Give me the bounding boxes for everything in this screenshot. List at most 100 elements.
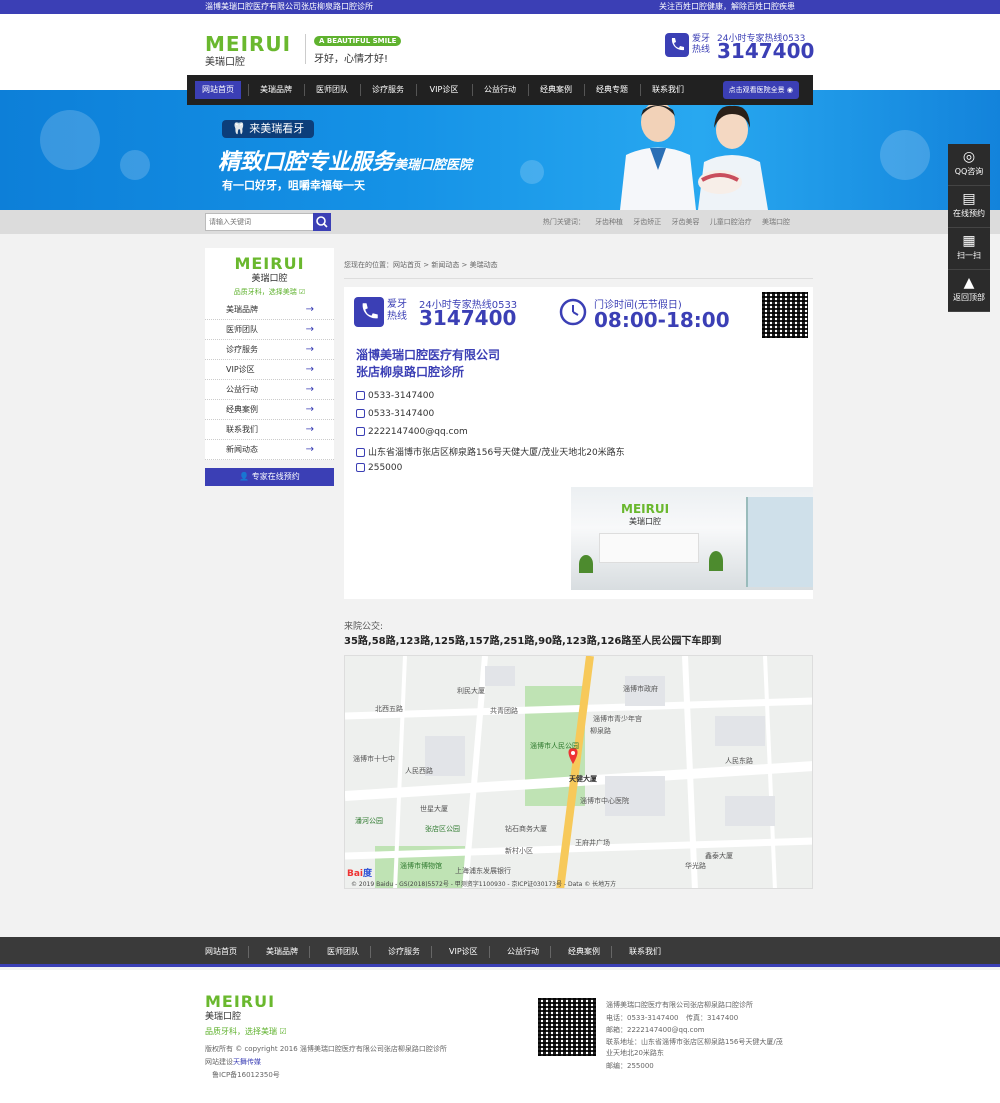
- map-copyright: © 2019 Baidu - GS(2018)5572号 - 甲测资字11009…: [351, 881, 617, 888]
- nav-separator: [489, 946, 490, 958]
- arrow-right-icon: →: [305, 324, 314, 335]
- map-place: 淄博市十七中: [353, 755, 395, 763]
- phone-small-icon: [356, 391, 365, 400]
- nav-separator: [304, 84, 305, 96]
- fax-icon: [356, 409, 365, 418]
- footer: MEIRUI 美瑞口腔 品质牙科，选择美瑞 ☑ 版权所有 © copyright…: [0, 970, 1000, 1103]
- banner-title: 精致口腔专业服务美瑞口腔医院: [218, 150, 473, 175]
- map-place: 共青团路: [490, 707, 518, 715]
- map-place: 柳泉路: [590, 727, 611, 735]
- online-booking-button[interactable]: 👤 专家在线预约: [205, 468, 334, 486]
- sidebar-item-contact[interactable]: 联系我们 →: [205, 420, 334, 440]
- nav-brand[interactable]: 美瑞品牌: [253, 81, 299, 99]
- footer-nav-charity[interactable]: 公益行动: [507, 937, 539, 967]
- footer-logo: MEIRUI 美瑞口腔 品质牙科，选择美瑞 ☑: [205, 992, 287, 1036]
- sidebar-item-services[interactable]: 诊疗服务 →: [205, 340, 334, 360]
- back-to-top-button[interactable]: ▲ 返回顶部: [948, 270, 990, 312]
- arrow-right-icon: →: [305, 424, 314, 435]
- reception-desk: [599, 533, 699, 563]
- check-icon: ☑: [298, 288, 306, 296]
- nav-separator: [472, 84, 473, 96]
- sidebar-logo: MEIRUI 美瑞口腔 品质牙科，选择美瑞 ☑: [205, 248, 334, 300]
- clock-icon: [558, 297, 588, 327]
- sidebar-item-cases[interactable]: 经典案例 →: [205, 400, 334, 420]
- email-icon: [356, 427, 365, 436]
- float-toolbar: ◎ QQ咨询 ▤ 在线预约 ▦ 扫一扫 ▲ 返回顶部: [948, 144, 990, 312]
- footer-tagline: 品质牙科，选择美瑞 ☑: [205, 1027, 287, 1036]
- sidebar-item-doctors[interactable]: 医师团队 →: [205, 320, 334, 340]
- nav-topics[interactable]: 经典专题: [589, 81, 635, 99]
- sidebar-item-charity[interactable]: 公益行动 →: [205, 380, 334, 400]
- nav-separator: [416, 84, 417, 96]
- search-bar: 热门关键词： 牙齿种植 牙齿矫正 牙齿美容 儿童口腔治疗 美瑞口腔: [0, 210, 1000, 234]
- footer-nav-brand[interactable]: 美瑞品牌: [266, 937, 298, 967]
- qq-consult-button[interactable]: ◎ QQ咨询: [948, 144, 990, 186]
- map-place: 潘河公园: [355, 817, 383, 825]
- footer-nav-contact[interactable]: 联系我们: [629, 937, 661, 967]
- footer-address-1: 联系地址：山东省淄博市张店区柳泉路156号天健大厦/茂: [606, 1038, 783, 1046]
- bus-label: 来院公交:: [344, 622, 384, 632]
- phone-icon: [665, 33, 689, 57]
- qr-code: [762, 292, 808, 338]
- footer-nav-services[interactable]: 诊疗服务: [388, 937, 420, 967]
- main-nav: 网站首页 美瑞品牌 医师团队 诊疗服务 VIP诊区 公益行动 经典案例 经典专题…: [187, 75, 813, 105]
- map-place: 华光路: [685, 862, 706, 870]
- nav-doctors[interactable]: 医师团队: [309, 81, 355, 99]
- panorama-icon: ◉: [786, 86, 793, 94]
- decor-bubble: [880, 130, 930, 180]
- hotline-tag: 爱牙热线: [387, 299, 407, 322]
- map-place: 淄博市人民公园: [530, 742, 579, 750]
- nav-contact[interactable]: 联系我们: [645, 81, 691, 99]
- nav-home[interactable]: 网站首页: [195, 81, 241, 99]
- hot-keyword[interactable]: 牙齿矫正: [633, 218, 661, 226]
- hours-value: 08:00-18:00: [594, 308, 730, 332]
- footer-postcode: 邮编：255000: [606, 1062, 654, 1070]
- phone-line: 0533-3147400: [356, 391, 434, 401]
- map-place: 人民东路: [725, 757, 753, 765]
- scan-button[interactable]: ▦ 扫一扫: [948, 228, 990, 270]
- online-booking-float[interactable]: ▤ 在线预约: [948, 186, 990, 228]
- nav-charity[interactable]: 公益行动: [477, 81, 523, 99]
- hotline-number: 3147400: [717, 39, 815, 63]
- nav-separator: [528, 84, 529, 96]
- hot-keyword[interactable]: 儿童口腔治疗: [710, 218, 752, 226]
- nav-separator: [360, 84, 361, 96]
- top-strip-right: 关注百姓口腔健康，解除百姓口腔疾患: [659, 2, 795, 11]
- hot-keyword[interactable]: 牙齿美容: [672, 218, 700, 226]
- decor-bubble: [520, 160, 544, 184]
- sidebar-item-vip[interactable]: VIP诊区 →: [205, 360, 334, 380]
- hot-keyword[interactable]: 牙齿种植: [595, 218, 623, 226]
- baidu-logo: Bai度: [347, 869, 373, 879]
- sidebar: MEIRUI 美瑞口腔 品质牙科，选择美瑞 ☑ 美瑞品牌 → 医师团队 → 诊疗服务…: [205, 248, 334, 486]
- nav-separator: [611, 946, 612, 958]
- search-input[interactable]: [205, 213, 315, 231]
- nav-vip[interactable]: VIP诊区: [421, 81, 467, 99]
- footer-nav-home[interactable]: 网站首页: [205, 937, 237, 967]
- top-strip: 淄博美瑞口腔医疗有限公司张店柳泉路口腔诊所 关注百姓口腔健康，解除百姓口腔疾患: [0, 0, 1000, 14]
- footer-icp[interactable]: 鲁ICP备16012350号: [212, 1070, 280, 1080]
- footer-nav-doctors[interactable]: 医师团队: [327, 937, 359, 967]
- map-place: 淄博市中心医院: [580, 797, 629, 805]
- footer-nav-cases[interactable]: 经典案例: [568, 937, 600, 967]
- sidebar-item-news[interactable]: 新闻动态 →: [205, 440, 334, 460]
- location-map[interactable]: 淄博市政府 淄博市青少年宫 淄博市人民公园 天健大厦 淄博市中心医院 鑫泰大厦 …: [344, 655, 813, 889]
- contact-card: 爱牙热线 24小时专家热线0533 3147400 门诊时间(无节假日) 08:…: [344, 287, 813, 599]
- hero-banner: 🦷 来美瑞看牙 精致口腔专业服务美瑞口腔医院 有一口好牙，咀嚼幸福每一天: [0, 90, 1000, 210]
- footer-builder: 网站建设天舞传媒: [205, 1058, 261, 1066]
- builder-link[interactable]: 天舞传媒: [233, 1058, 261, 1066]
- hot-keyword[interactable]: 美瑞口腔: [762, 218, 790, 226]
- nav-separator: [550, 946, 551, 958]
- sidebar-item-brand[interactable]: 美瑞品牌 →: [205, 300, 334, 320]
- search-button[interactable]: [313, 213, 331, 231]
- arrow-right-icon: →: [305, 384, 314, 395]
- footer-nav-vip[interactable]: VIP诊区: [449, 937, 478, 967]
- panorama-button[interactable]: 点击观看医院全景 ◉: [722, 81, 799, 99]
- nav-services[interactable]: 诊疗服务: [365, 81, 411, 99]
- plant: [579, 555, 593, 573]
- map-place: 世星大厦: [420, 805, 448, 813]
- hot-keywords-label: 热门关键词：: [542, 218, 585, 226]
- arrow-right-icon: →: [305, 344, 314, 355]
- site-logo[interactable]: MEIRUI 美瑞口腔: [205, 32, 291, 68]
- map-place: 北西五路: [375, 705, 403, 713]
- nav-cases[interactable]: 经典案例: [533, 81, 579, 99]
